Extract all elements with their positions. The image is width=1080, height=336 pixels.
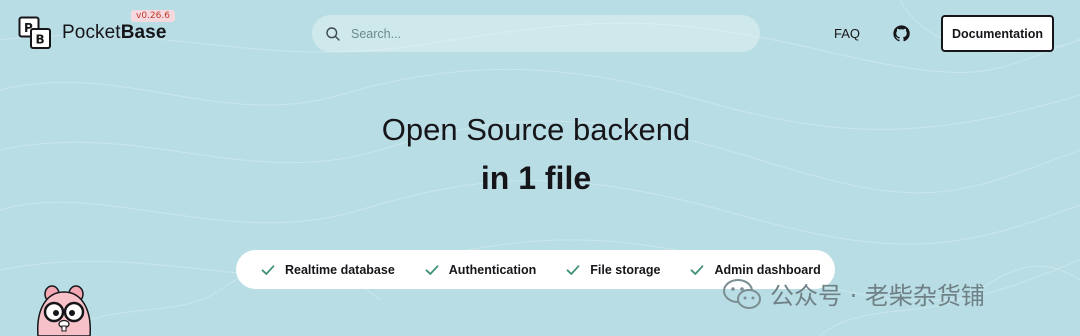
hero-title: Open Source backend (381, 112, 691, 147)
search-bar[interactable] (312, 15, 760, 52)
search-input[interactable] (351, 26, 760, 41)
check-icon (261, 264, 275, 275)
wechat-icon (723, 278, 761, 309)
faq-link[interactable]: FAQ (834, 26, 860, 41)
feature-label: Authentication (448, 262, 537, 277)
feature-label: Realtime database (285, 262, 395, 277)
watermark: 公众号 · 老柴杂货铺 (722, 276, 985, 311)
watermark-text: 公众号 · 老柴杂货铺 (770, 282, 985, 310)
feature-item-admin-dashboard: Admin dashboard (690, 262, 821, 277)
feature-item-authentication: Authentication (425, 262, 537, 277)
check-icon (691, 264, 704, 275)
check-icon (566, 264, 580, 275)
documentation-button[interactable]: Documentation (941, 15, 1054, 52)
check-icon (425, 264, 439, 275)
search-icon (326, 26, 340, 41)
pocketbase-logo-icon: P B (18, 16, 51, 49)
top-navbar: P B PocketBase v0.26.6 FAQ Documentation (0, 0, 1080, 68)
brand-name: PocketBase (62, 22, 167, 43)
feature-label: Admin dashboard (714, 262, 821, 277)
feature-label: File storage (590, 262, 661, 277)
github-icon[interactable] (893, 25, 910, 42)
feature-item-file-storage: File storage (566, 263, 660, 277)
svg-text:B: B (36, 33, 45, 47)
gopher-mascot-icon (37, 285, 91, 336)
version-badge: v0.26.6 (131, 10, 175, 22)
feature-item-realtime-database: Realtime database (261, 263, 395, 277)
hero-subtitle: in 1 file (480, 160, 592, 196)
